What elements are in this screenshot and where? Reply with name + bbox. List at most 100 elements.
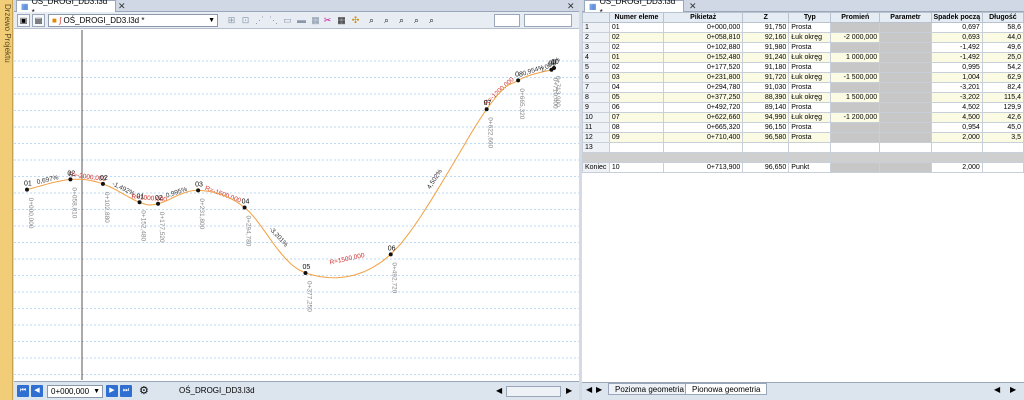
- column-header[interactable]: Numer eleme: [608, 12, 665, 23]
- table-cell[interactable]: 07: [608, 112, 665, 123]
- hscroll-left-icon[interactable]: ◀: [994, 385, 1000, 394]
- toolbar-field-a[interactable]: [494, 14, 520, 27]
- column-header[interactable]: Z: [742, 12, 790, 23]
- table-cell[interactable]: 96,580: [742, 132, 790, 143]
- table-cell[interactable]: [879, 22, 932, 33]
- table-cell[interactable]: 0+102,880: [663, 42, 744, 53]
- table-row[interactable]: 10 07 0+622,660 94,990 Łuk okręg -1 200,000 4,…: [582, 112, 1024, 123]
- profile-vertex[interactable]: [484, 107, 489, 112]
- table-cell[interactable]: 91,180: [742, 62, 790, 73]
- table-cell[interactable]: 12: [582, 132, 610, 143]
- table-cell[interactable]: 01: [608, 52, 665, 63]
- profile-vertex[interactable]: [242, 205, 247, 210]
- table-cell[interactable]: [830, 22, 881, 33]
- table-cell[interactable]: 09: [608, 132, 665, 143]
- alignment-select[interactable]: ■ ∫ OŚ_DROGI_DD3.l3d * ▼: [48, 14, 218, 27]
- table-cell[interactable]: [879, 32, 932, 43]
- profile-vertex[interactable]: [303, 271, 308, 275]
- tab-scroll-left-icon[interactable]: ◀: [586, 385, 592, 394]
- table-cell[interactable]: 96,150: [742, 122, 790, 133]
- table-cell[interactable]: 58,6: [981, 22, 1024, 33]
- table-cell[interactable]: Prosta: [788, 102, 832, 113]
- table-cell[interactable]: 1,004: [930, 72, 983, 83]
- profile-document-tab[interactable]: ▦ OŚ_DROGI_DD3.l3d *: [16, 0, 116, 17]
- profile-vertex[interactable]: [516, 78, 521, 83]
- table-cell[interactable]: 0+713,900: [663, 162, 744, 173]
- table-cell[interactable]: 9: [582, 102, 610, 113]
- snap-line-icon[interactable]: ⋰: [254, 15, 265, 26]
- table-cell[interactable]: Prosta: [788, 62, 832, 73]
- grid-snap-icon[interactable]: ⊞: [226, 15, 237, 26]
- table-row[interactable]: 13: [582, 142, 1024, 153]
- table-row[interactable]: 12 09 0+710,400 96,580 Prosta 2,000 3,5: [582, 132, 1024, 143]
- table-cell[interactable]: 1: [582, 22, 610, 33]
- scroll-right-icon[interactable]: ▶: [566, 386, 572, 395]
- table-cell[interactable]: [879, 72, 932, 83]
- table-cell[interactable]: [830, 82, 881, 93]
- table-row[interactable]: Koniec 10 0+713,900 96,650 Punkt 2,000: [582, 162, 1024, 173]
- table-cell[interactable]: 88,390: [742, 92, 790, 103]
- table-cell[interactable]: 04: [608, 82, 665, 93]
- table-cell[interactable]: [879, 92, 932, 103]
- zoom-window-icon[interactable]: ⌕: [411, 15, 422, 26]
- table-cell[interactable]: 91,240: [742, 52, 790, 63]
- column-header[interactable]: Spadek począ: [930, 12, 983, 23]
- table-row[interactable]: 3 02 0+102,880 91,980 Prosta -1,492 49,6: [582, 42, 1024, 53]
- snap-active-icon[interactable]: ✣: [350, 15, 361, 26]
- table-cell[interactable]: [879, 132, 932, 143]
- table-cell[interactable]: 62,9: [981, 72, 1024, 83]
- table-cell[interactable]: 0,995: [930, 62, 983, 73]
- table-cell[interactable]: 3: [582, 42, 610, 53]
- hscroll-right-icon[interactable]: ▶: [1010, 385, 1016, 394]
- layers-icon[interactable]: ▣: [17, 14, 30, 27]
- table-cell[interactable]: 10: [608, 162, 665, 173]
- table-document-tab[interactable]: ▦ OŚ_DROGI_DD3.l3d *: [584, 0, 684, 17]
- first-icon[interactable]: ⏮: [17, 385, 29, 397]
- table-row[interactable]: 2 02 0+058,810 92,160 Łuk okręg -2 000,000 0,6…: [582, 32, 1024, 43]
- table-cell[interactable]: -3,202: [930, 92, 983, 103]
- profile-vertex[interactable]: [100, 181, 105, 186]
- tab-scroll-right-icon[interactable]: ▶: [596, 385, 602, 394]
- table-cell[interactable]: 0+294,780: [663, 82, 744, 93]
- table-cell[interactable]: [742, 142, 790, 153]
- table-cell[interactable]: 0+058,810: [663, 32, 744, 43]
- table-cell[interactable]: 0+000,000: [663, 22, 744, 33]
- table-cell[interactable]: [830, 162, 881, 173]
- rect-tool-icon[interactable]: ▭: [282, 15, 293, 26]
- next-icon[interactable]: ▶: [106, 385, 118, 397]
- table-cell[interactable]: 01: [608, 22, 665, 33]
- table-row[interactable]: 6 03 0+231,800 91,720 Łuk okręg -1 500,000 1,0…: [582, 72, 1024, 83]
- table-cell[interactable]: -1 200,000: [830, 112, 881, 123]
- zoom-in-icon[interactable]: ⌕: [381, 15, 392, 26]
- table-cell[interactable]: [788, 142, 832, 153]
- table-cell[interactable]: 0,697: [930, 22, 983, 33]
- table-cell[interactable]: [981, 142, 1024, 153]
- previous-icon[interactable]: ◀: [31, 385, 43, 397]
- table-cell[interactable]: 94,990: [742, 112, 790, 123]
- close-icon[interactable]: ✕: [689, 0, 697, 12]
- table-cell[interactable]: [830, 132, 881, 143]
- table-row[interactable]: 8 05 0+377,250 88,390 Łuk okręg 1 500,000 -3,2…: [582, 92, 1024, 103]
- table-cell[interactable]: [830, 102, 881, 113]
- column-header[interactable]: Parametr: [879, 12, 932, 23]
- table-icon[interactable]: ▦: [310, 15, 321, 26]
- table-cell[interactable]: 06: [608, 102, 665, 113]
- table-cell[interactable]: 0+665,320: [663, 122, 744, 133]
- table-cell[interactable]: 03: [608, 72, 665, 83]
- table-cell[interactable]: Prosta: [788, 132, 832, 143]
- column-header[interactable]: Promień: [830, 12, 881, 23]
- table-cell[interactable]: 4,500: [930, 112, 983, 123]
- table-cell[interactable]: 05: [608, 92, 665, 103]
- table-cell[interactable]: 1 500,000: [830, 92, 881, 103]
- table-cell[interactable]: 115,4: [981, 92, 1024, 103]
- table-cell[interactable]: [663, 142, 744, 153]
- table-row[interactable]: 11 08 0+665,320 96,150 Prosta 0,954 45,0: [582, 122, 1024, 133]
- table-cell[interactable]: [981, 162, 1024, 173]
- table-cell[interactable]: -1,492: [930, 52, 983, 63]
- table-cell[interactable]: [930, 142, 983, 153]
- profile-vertex[interactable]: [68, 177, 73, 182]
- table-cell[interactable]: 8: [582, 92, 610, 103]
- profile-vertex[interactable]: [388, 252, 393, 257]
- table-cell[interactable]: [608, 142, 665, 153]
- scroll-left-icon[interactable]: ◀: [496, 386, 502, 395]
